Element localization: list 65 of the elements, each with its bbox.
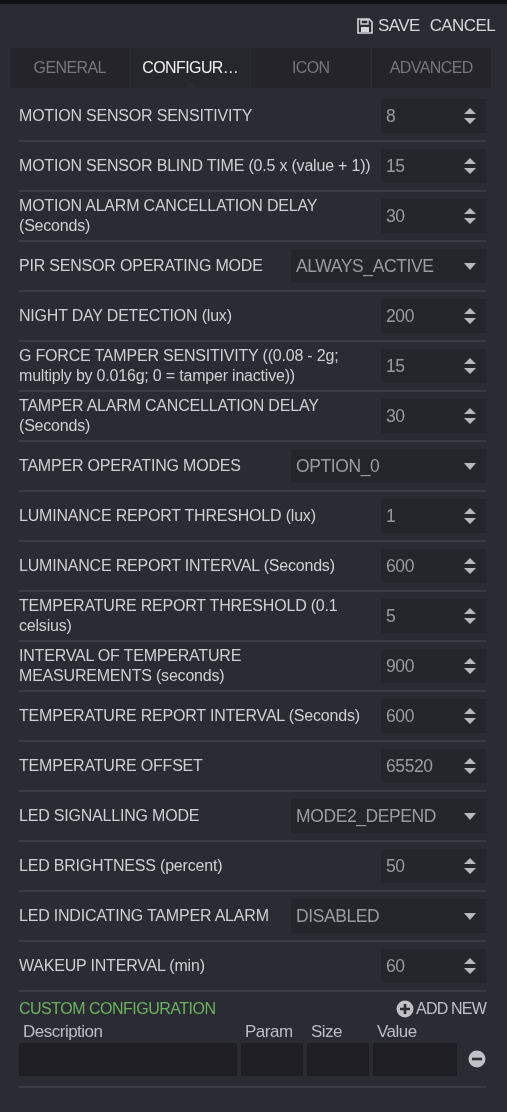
- spinner-arrows-icon[interactable]: [464, 607, 476, 625]
- number-field[interactable]: 200: [381, 299, 486, 333]
- number-field[interactable]: 8: [381, 99, 486, 133]
- setting-label: TEMPERATURE REPORT INTERVAL (Seconds): [19, 706, 361, 726]
- spinner-arrows-icon[interactable]: [464, 707, 476, 725]
- spinner-arrows-icon[interactable]: [464, 857, 476, 875]
- number-field[interactable]: 1: [381, 499, 486, 533]
- dropdown[interactable]: OPTION_0: [291, 449, 486, 483]
- save-icon: [356, 18, 373, 34]
- setting-label: INTERVAL OF TEMPERATURE MEASUREMENTS (seconds): [19, 646, 243, 686]
- setting-label: PIR SENSOR OPERATING MODE: [19, 256, 264, 276]
- setting-label: MOTION ALARM CANCELLATION DELAY (Seconds): [19, 196, 318, 236]
- cancel-button[interactable]: CANCEL: [429, 16, 495, 36]
- number-field[interactable]: 900: [381, 649, 486, 683]
- dropdown-caret-icon: [464, 912, 476, 920]
- setting-label: LED SIGNALLING MODE: [19, 806, 201, 826]
- dropdown[interactable]: MODE2_DEPEND: [291, 799, 486, 833]
- spinner-arrows-icon[interactable]: [464, 557, 476, 575]
- spinner-arrows-icon[interactable]: [464, 107, 476, 125]
- number-field[interactable]: 600: [381, 549, 486, 583]
- number-field[interactable]: 15: [381, 149, 486, 183]
- setting-label: LUMINANCE REPORT THRESHOLD (lux): [19, 506, 317, 526]
- minus-circle-icon[interactable]: [468, 1050, 486, 1068]
- plus-circle-icon: [396, 1000, 415, 1018]
- number-field[interactable]: 600: [381, 699, 486, 733]
- spinner-arrows-icon[interactable]: [464, 357, 476, 375]
- spinner-arrows-icon[interactable]: [464, 407, 476, 425]
- column-header: Description: [22, 1022, 104, 1042]
- number-field[interactable]: 30: [381, 399, 486, 433]
- spinner-arrows-icon[interactable]: [464, 157, 476, 175]
- setting-label: MOTION SENSOR BLIND TIME (0.5 x (value + 1)): [19, 156, 372, 176]
- setting-label: TEMPERATURE OFFSET: [19, 756, 204, 776]
- dropdown-caret-icon: [464, 812, 476, 820]
- spinner-arrows-icon[interactable]: [464, 657, 476, 675]
- add-new-button[interactable]: ADD NEW: [396, 1000, 486, 1018]
- setting-label: MOTION SENSOR SENSITIVITY: [19, 106, 254, 126]
- setting-label: TAMPER ALARM CANCELLATION DELAY (Seconds): [19, 396, 320, 436]
- dropdown-caret-icon: [464, 262, 476, 270]
- setting-label: WAKEUP INTERVAL (min): [19, 956, 206, 976]
- number-field[interactable]: 30: [381, 199, 486, 233]
- spinner-arrows-icon[interactable]: [464, 307, 476, 325]
- spinner-arrows-icon[interactable]: [464, 507, 476, 525]
- spinner-arrows-icon[interactable]: [464, 207, 476, 225]
- column-header: Param: [244, 1022, 294, 1042]
- spinner-arrows-icon[interactable]: [464, 757, 476, 775]
- number-field[interactable]: 5: [381, 599, 486, 633]
- setting-label: G FORCE TAMPER SENSITIVITY ((0.08 - 2g; multiply by 0.016g; 0 = tamper inactive)): [19, 346, 340, 386]
- setting-label: NIGHT DAY DETECTION (lux): [19, 306, 233, 326]
- spinner-arrows-icon[interactable]: [464, 957, 476, 975]
- column-header: Value: [376, 1022, 418, 1042]
- save-button[interactable]: SAVE: [356, 16, 420, 36]
- dropdown[interactable]: ALWAYS_ACTIVE: [291, 249, 486, 283]
- setting-label: LED BRIGHTNESS (percent): [19, 856, 224, 876]
- dropdown[interactable]: DISABLED: [291, 899, 486, 933]
- number-field[interactable]: 50: [381, 849, 486, 883]
- section-title: CUSTOM CONFIGURATION: [19, 1000, 216, 1018]
- column-header: Size: [310, 1022, 344, 1042]
- dropdown-caret-icon: [464, 462, 476, 470]
- setting-label: LED INDICATING TAMPER ALARM: [19, 906, 270, 926]
- setting-label: LUMINANCE REPORT INTERVAL (Seconds): [19, 556, 336, 576]
- setting-label: TEMPERATURE REPORT THRESHOLD (0.1 celsius): [19, 596, 339, 636]
- number-field[interactable]: 65520: [381, 749, 486, 783]
- setting-label: TAMPER OPERATING MODES: [19, 456, 242, 476]
- number-field[interactable]: 60: [381, 949, 486, 983]
- number-field[interactable]: 15: [381, 349, 486, 383]
